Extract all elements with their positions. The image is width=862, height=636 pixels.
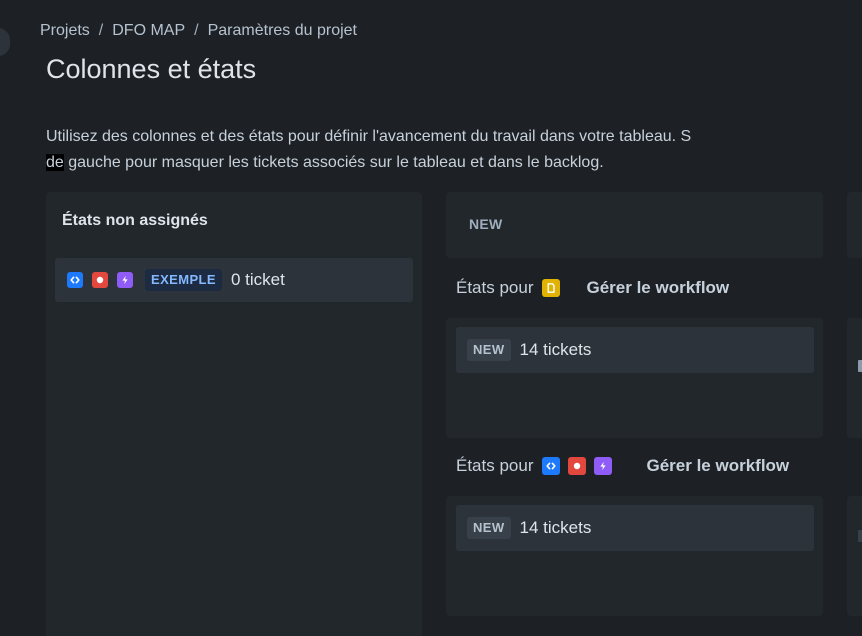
column-name: NEW: [469, 216, 503, 232]
unassigned-states-title: États non assignés: [62, 212, 208, 229]
breadcrumb-separator: /: [194, 22, 199, 39]
bug-icon: [92, 272, 108, 288]
breadcrumb: Projets / DFO MAP / Paramètres du projet: [40, 22, 357, 40]
state-drop-zone: NEW 14 tickets: [446, 496, 823, 616]
breadcrumb-projects[interactable]: Projets: [40, 22, 90, 39]
next-column-card: [858, 530, 862, 542]
bug-icon: [567, 457, 586, 475]
states-for-task-bug-epic: États pour Gérer le workflow: [456, 456, 789, 476]
manage-workflow-link[interactable]: Gérer le workflow: [647, 456, 790, 476]
status-lozenge: NEW: [467, 339, 511, 361]
states-for-story: États pour Gérer le workflow: [456, 278, 729, 298]
next-column-drop-zone: [847, 496, 862, 616]
breadcrumb-project[interactable]: DFO MAP: [112, 22, 185, 39]
manage-workflow-link[interactable]: Gérer le workflow: [587, 278, 730, 298]
column-header-new[interactable]: NEW: [446, 192, 823, 258]
description-highlight: de: [46, 154, 64, 171]
next-column-drop-zone: [847, 318, 862, 438]
status-card-exemple[interactable]: EXEMPLE 0 ticket: [55, 258, 413, 302]
ticket-count: 14 tickets: [519, 518, 592, 537]
breadcrumb-project-settings[interactable]: Paramètres du projet: [208, 22, 357, 39]
description-line-1: Utilisez des colonnes et des états pour …: [46, 128, 692, 145]
description-line-2-text: gauche pour masquer les tickets associés…: [63, 154, 604, 171]
task-icon: [67, 272, 83, 288]
breadcrumb-separator: /: [98, 22, 104, 39]
states-for-label: États pour: [456, 278, 534, 297]
sidebar-collapse-handle[interactable]: [0, 28, 10, 56]
ticket-count: 14 tickets: [519, 340, 592, 359]
status-lozenge: NEW: [467, 517, 511, 539]
status-lozenge: EXEMPLE: [145, 269, 222, 291]
ticket-count: 0 ticket: [230, 270, 285, 289]
states-for-label: États pour: [456, 456, 534, 475]
epic-icon: [593, 457, 612, 475]
state-drop-zone: NEW 14 tickets: [446, 318, 823, 438]
next-column-header[interactable]: [847, 192, 862, 258]
status-card-new[interactable]: NEW 14 tickets: [456, 327, 814, 373]
unassigned-states-panel: États non assignés EXEMPLE 0 ticket: [46, 192, 422, 636]
story-icon: [541, 279, 560, 297]
page-description: Utilisez des colonnes et des états pour …: [46, 124, 862, 176]
page-title: Colonnes et états: [46, 54, 257, 84]
status-card-new[interactable]: NEW 14 tickets: [456, 505, 814, 551]
epic-icon: [117, 272, 133, 288]
project-settings-page: Projets / DFO MAP / Paramètres du projet Col…: [0, 0, 862, 636]
task-icon: [541, 457, 560, 475]
description-line-2: de gauche pour masquer les tickets assoc…: [46, 150, 862, 176]
next-column-marker: [858, 360, 862, 372]
